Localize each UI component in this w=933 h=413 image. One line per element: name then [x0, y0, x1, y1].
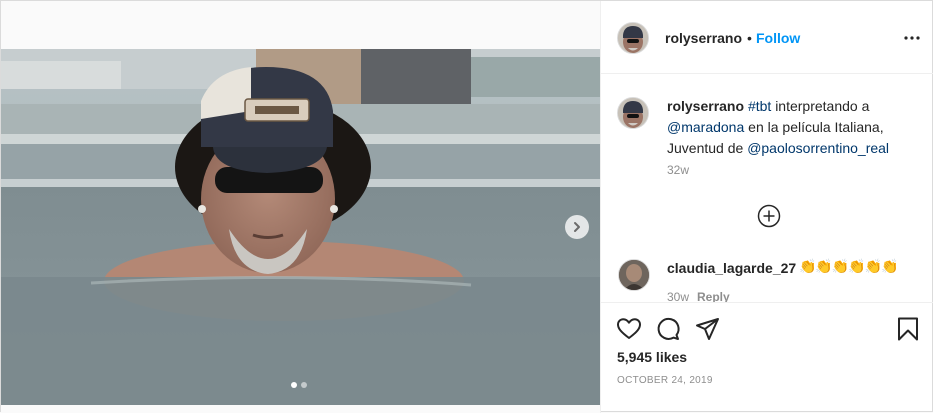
chevron-right-icon	[574, 222, 580, 232]
post-caption: rolyserrano #tbt interpretando a @marado…	[667, 96, 917, 159]
avatar-image	[619, 260, 649, 290]
comments-section: rolyserrano #tbt interpretando a @marado…	[600, 74, 933, 302]
author-avatar[interactable]	[617, 22, 649, 54]
post-date[interactable]: OCTOBER 24, 2019	[617, 375, 713, 386]
post-header: rolyserrano • Follow	[600, 1, 933, 74]
like-count[interactable]: 5,945 likes	[617, 349, 687, 365]
comment-meta: 30w Reply	[667, 290, 730, 302]
post-sidebar: rolyserrano • Follow rolyserrano #tbt in…	[600, 1, 933, 413]
plus-circle-icon[interactable]	[757, 204, 781, 228]
follow-button[interactable]: Follow	[756, 30, 800, 46]
avatar-image	[618, 23, 648, 53]
commenter-username[interactable]: claudia_lagarde_27	[667, 260, 796, 276]
author-username[interactable]: rolyserrano	[665, 30, 742, 46]
caption-hashtag[interactable]: #tbt	[748, 98, 771, 114]
caption-text: en la película Italiana,	[748, 119, 884, 135]
share-icon[interactable]	[695, 316, 721, 342]
post-media	[1, 1, 601, 413]
caption-mention[interactable]: @maradona	[667, 119, 744, 135]
caption-mention[interactable]: @paolosorrentino_real	[747, 140, 889, 156]
caption-avatar[interactable]	[617, 97, 649, 129]
instagram-post: rolyserrano • Follow rolyserrano #tbt in…	[0, 0, 933, 413]
more-options-icon[interactable]	[903, 29, 921, 47]
next-slide-button[interactable]	[565, 215, 589, 239]
comment-text: 👏👏👏👏👏👏	[799, 258, 899, 274]
avatar-image	[618, 98, 648, 128]
post-actions: 5,945 likes OCTOBER 24, 2019	[600, 302, 933, 413]
caption-timestamp[interactable]: 32w	[667, 163, 689, 177]
post-photo[interactable]	[1, 49, 600, 405]
carousel-indicator	[291, 382, 307, 388]
photo-illustration	[1, 49, 600, 405]
caption-text: interpretando a	[775, 98, 870, 114]
carousel-dot	[301, 382, 307, 388]
reply-button[interactable]: Reply	[697, 290, 730, 302]
commenter-avatar[interactable]	[618, 259, 650, 291]
separator-dot: •	[747, 30, 752, 46]
carousel-dot-active	[291, 382, 297, 388]
heart-icon[interactable]	[616, 316, 642, 342]
bookmark-icon[interactable]	[895, 316, 921, 342]
comment-icon[interactable]	[655, 316, 681, 342]
caption-username[interactable]: rolyserrano	[667, 98, 744, 114]
comment-timestamp[interactable]: 30w	[667, 290, 689, 302]
caption-text: Juventud de	[667, 140, 744, 156]
